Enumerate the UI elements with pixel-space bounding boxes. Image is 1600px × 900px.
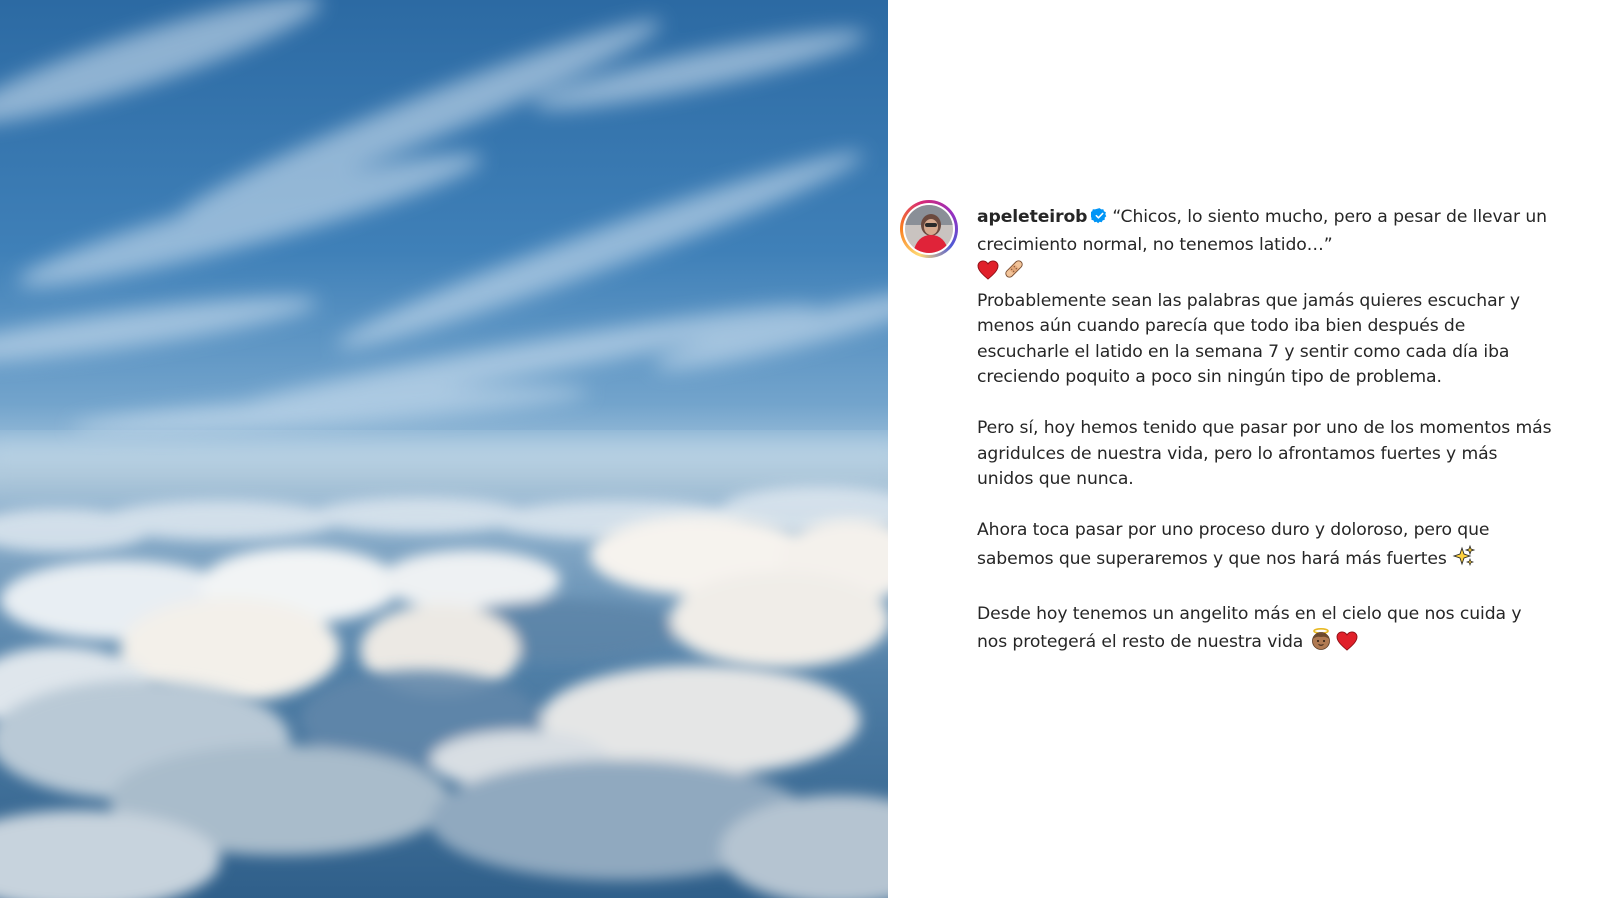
sky-clouds-photo — [0, 0, 888, 898]
sparkles-emoji — [1452, 544, 1476, 577]
emoji-line — [977, 258, 1552, 289]
caption-paragraph-4-text: Desde hoy tenemos un angelito más en el … — [977, 603, 1522, 653]
avatar[interactable] — [905, 205, 953, 253]
red-heart-emoji-end — [1336, 631, 1358, 660]
username-link[interactable]: apeleteirob — [977, 207, 1087, 227]
instagram-post-view: apeleteirob “Chicos, lo siento mucho, per… — [0, 0, 1600, 900]
verified-badge-icon — [1090, 207, 1108, 233]
red-heart-emoji — [977, 260, 999, 289]
baby-angel-emoji — [1309, 627, 1333, 660]
post-caption: apeleteirob “Chicos, lo siento mucho, per… — [977, 205, 1552, 660]
avatar-border — [903, 203, 955, 255]
story-ring[interactable] — [900, 200, 958, 258]
adhesive-bandage-emoji — [1002, 258, 1026, 289]
caption-paragraph-3: Ahora toca pasar por uno proceso duro y … — [977, 518, 1552, 576]
caption-paragraph-2: Pero sí, hoy hemos tenido que pasar por … — [977, 418, 1552, 489]
caption-panel: apeleteirob “Chicos, lo siento mucho, per… — [888, 0, 1600, 900]
caption-paragraph-3-text: Ahora toca pasar por uno proceso duro y … — [977, 520, 1490, 569]
post-image[interactable] — [0, 0, 888, 898]
caption-paragraph-1: Probablemente sean las palabras que jamá… — [977, 290, 1520, 388]
profile-photo — [905, 205, 953, 253]
caption-paragraph-4: Desde hoy tenemos un angelito más en el … — [977, 602, 1552, 660]
caption-intro: apeleteirob “Chicos, lo siento mucho, per… — [977, 205, 1552, 258]
